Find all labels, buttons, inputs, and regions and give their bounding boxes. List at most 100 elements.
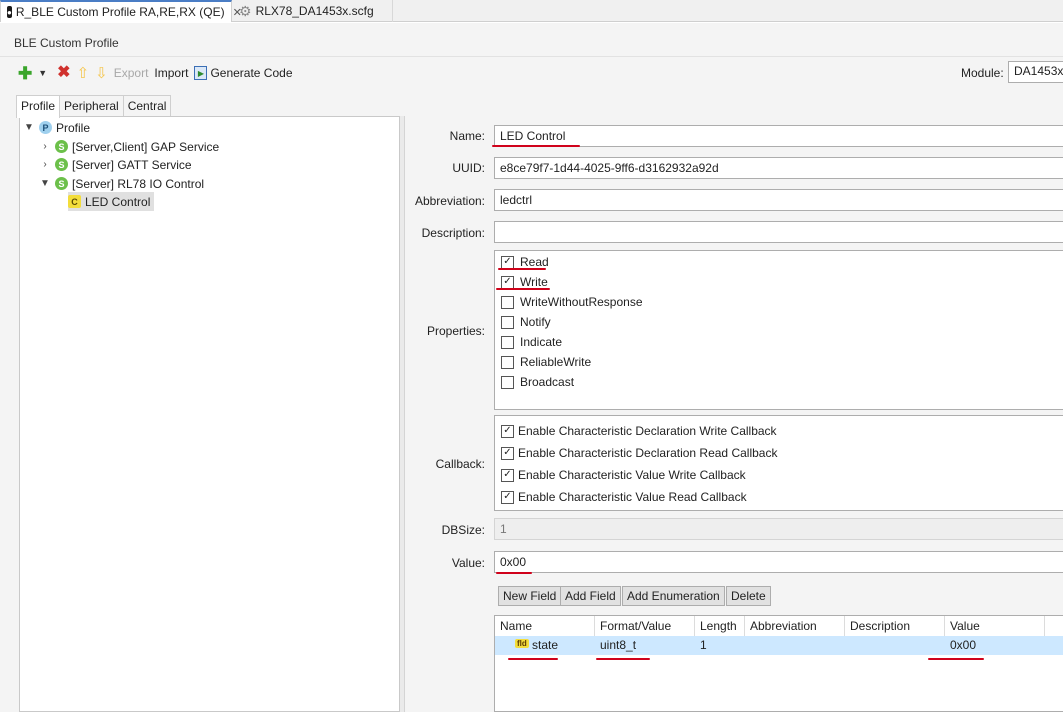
- annotation-underline: [492, 145, 580, 147]
- abbreviation-field[interactable]: ledctrl: [494, 189, 1063, 211]
- checkbox-checked-icon[interactable]: ✓: [501, 424, 514, 438]
- property-reliable-write[interactable]: ReliableWrite: [501, 355, 591, 369]
- properties-box: [494, 250, 1063, 410]
- tree-item-gap-service[interactable]: › S [Server,Client] GAP Service: [39, 137, 219, 156]
- tree-item-label: Profile: [56, 120, 91, 135]
- tree-item-label: [Server,Client] GAP Service: [72, 139, 220, 154]
- generate-code-icon: ▶: [194, 66, 208, 80]
- service-icon: S: [55, 177, 68, 190]
- import-button[interactable]: Import: [154, 66, 188, 80]
- column-header-value[interactable]: Value: [945, 616, 1045, 636]
- callback-label: Callback:: [435, 457, 485, 471]
- checkbox-icon[interactable]: [501, 375, 514, 389]
- value-field[interactable]: 0x00: [494, 551, 1063, 573]
- checkbox-icon[interactable]: [501, 355, 514, 369]
- tree-item-gatt-service[interactable]: › S [Server] GATT Service: [39, 155, 191, 174]
- profile-tabs: Profile Peripheral Central: [16, 95, 172, 118]
- add-dropdown-button[interactable]: ▼: [38, 68, 47, 78]
- gear-icon: ⚙: [239, 2, 252, 19]
- remove-button[interactable]: ✖: [57, 65, 70, 81]
- property-label: Notify: [520, 315, 551, 329]
- checkbox-icon[interactable]: [501, 295, 514, 309]
- module-select[interactable]: DA1453x: [1008, 61, 1063, 83]
- dbsize-field: 1: [494, 518, 1063, 540]
- property-indicate[interactable]: Indicate: [501, 335, 562, 349]
- checkbox-icon[interactable]: [501, 315, 514, 329]
- tab-custom-profile[interactable]: ● R_BLE Custom Profile RA,RE,RX (QE) ✕: [0, 0, 242, 22]
- column-header-name[interactable]: Name: [495, 616, 595, 636]
- add-enumeration-button[interactable]: Add Enumeration: [622, 586, 725, 606]
- property-read[interactable]: ✓ Read: [501, 255, 549, 269]
- property-label: Indicate: [520, 335, 563, 349]
- field-format-cell: uint8_t: [600, 638, 637, 652]
- export-button[interactable]: Export: [114, 66, 149, 80]
- annotation-underline: [596, 658, 650, 660]
- chevron-down-icon[interactable]: ▼: [39, 178, 51, 189]
- tab-scfg[interactable]: ⚙ RLX78_DA1453x.scfg: [233, 0, 393, 22]
- checkbox-checked-icon[interactable]: ✓: [501, 275, 514, 289]
- renesas-icon: ●: [7, 6, 12, 18]
- property-notify[interactable]: Notify: [501, 315, 551, 329]
- move-up-button[interactable]: ⇧: [77, 66, 90, 81]
- move-down-button[interactable]: ⇩: [95, 66, 108, 81]
- table-row[interactable]: fld state uint8_t 1 0x00: [495, 636, 1063, 655]
- checkbox-checked-icon[interactable]: ✓: [501, 255, 514, 269]
- title-divider: [0, 56, 1063, 57]
- callback-value-read[interactable]: ✓ Enable Characteristic Value Read Callb…: [501, 490, 747, 504]
- annotation-underline: [508, 658, 558, 660]
- callback-value-write[interactable]: ✓ Enable Characteristic Value Write Call…: [501, 468, 746, 482]
- property-label: Broadcast: [520, 375, 575, 389]
- name-field[interactable]: LED Control: [494, 125, 1063, 147]
- property-label: ReliableWrite: [520, 355, 592, 369]
- arrow-up-icon: ⇧: [76, 64, 90, 82]
- tree-item-profile[interactable]: ▼ P Profile: [23, 118, 90, 137]
- abbreviation-label: Abbreviation:: [414, 194, 485, 208]
- tree-item-label: LED Control: [85, 194, 151, 209]
- delete-x-icon: ✖: [57, 64, 71, 81]
- tree-item-led-control[interactable]: C LED Control: [68, 192, 155, 211]
- property-label: Read: [520, 255, 549, 269]
- annotation-underline: [496, 572, 532, 574]
- property-broadcast[interactable]: Broadcast: [501, 375, 574, 389]
- callback-decl-read[interactable]: ✓ Enable Characteristic Declaration Read…: [501, 446, 777, 460]
- description-field[interactable]: [494, 221, 1063, 243]
- checkbox-checked-icon[interactable]: ✓: [501, 490, 514, 504]
- field-value-cell: 0x00: [950, 638, 977, 652]
- add-button[interactable]: ✚: [18, 65, 32, 82]
- new-field-button[interactable]: New Field: [498, 586, 562, 606]
- uuid-field[interactable]: e8ce79f7-1d44-4025-9ff6-d3162932a92d: [494, 157, 1063, 179]
- column-header-abbreviation[interactable]: Abbreviation: [745, 616, 845, 636]
- callback-decl-write[interactable]: ✓ Enable Characteristic Declaration Writ…: [501, 424, 777, 438]
- column-header-length[interactable]: Length: [695, 616, 745, 636]
- checkbox-checked-icon[interactable]: ✓: [501, 468, 514, 482]
- property-write[interactable]: ✓ Write: [501, 275, 548, 289]
- fields-table: Name Format/Value Length Abbreviation De…: [494, 615, 1063, 712]
- delete-button[interactable]: Delete: [726, 586, 771, 606]
- tab-label: R_BLE Custom Profile RA,RE,RX (QE): [15, 5, 225, 19]
- column-header-format[interactable]: Format/Value: [595, 616, 695, 636]
- dbsize-label: DBSize:: [441, 523, 485, 537]
- checkbox-checked-icon[interactable]: ✓: [501, 446, 514, 460]
- tab-peripheral[interactable]: Peripheral: [59, 95, 124, 117]
- service-icon: S: [55, 158, 68, 171]
- property-write-without-response[interactable]: WriteWithoutResponse: [501, 295, 643, 309]
- page-title: BLE Custom Profile: [14, 36, 119, 50]
- tab-profile[interactable]: Profile: [16, 95, 61, 118]
- column-header-description[interactable]: Description: [845, 616, 945, 636]
- arrow-down-icon: ⇩: [95, 64, 108, 82]
- editor-tab-bar: ● R_BLE Custom Profile RA,RE,RX (QE) ✕ ⚙…: [0, 0, 1063, 22]
- properties-label: Properties:: [426, 324, 485, 338]
- tab-label: RLX78_DA1453x.scfg: [255, 4, 374, 18]
- name-label: Name:: [449, 129, 485, 143]
- checkbox-icon[interactable]: [501, 335, 514, 349]
- chevron-right-icon[interactable]: ›: [39, 141, 51, 152]
- chevron-down-icon[interactable]: ▼: [23, 122, 35, 133]
- chevron-right-icon[interactable]: ›: [39, 159, 51, 170]
- generate-code-button[interactable]: ▶ Generate Code: [194, 66, 293, 80]
- add-field-button[interactable]: Add Field: [560, 586, 621, 606]
- tab-central[interactable]: Central: [122, 95, 172, 117]
- property-label: Write: [520, 275, 548, 289]
- annotation-underline: [928, 658, 984, 660]
- tree-item-rl78-io-control[interactable]: ▼ S [Server] RL78 IO Control: [39, 174, 204, 193]
- callback-item-label: Enable Characteristic Value Write Callba…: [518, 468, 746, 482]
